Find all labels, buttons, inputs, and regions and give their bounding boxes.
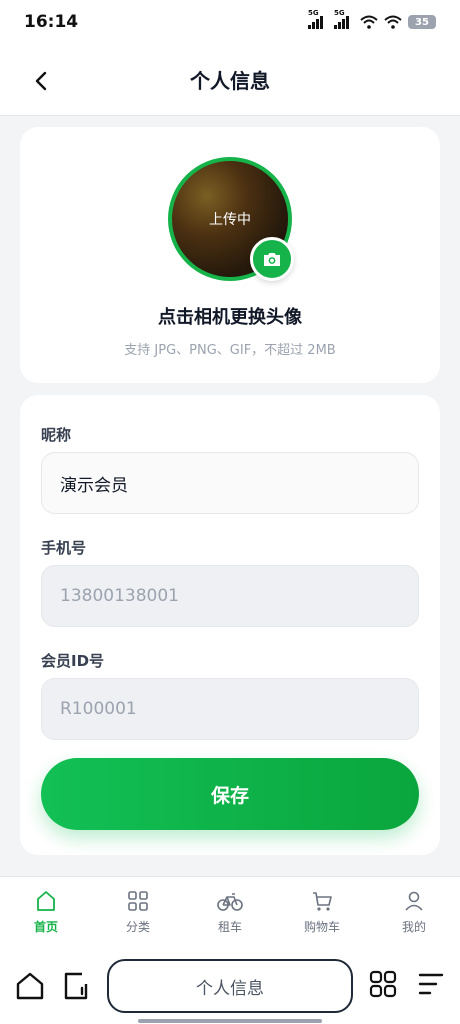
member-id-label: 会员ID号: [41, 652, 105, 670]
avatar-card: 上传中 点击相机更换头像 支持 JPG、PNG、GIF，不超过 2MB: [20, 127, 440, 383]
tab-label: 分类: [125, 920, 150, 934]
system-navigation-bar: 个人信息: [0, 948, 460, 1024]
cell-signal-icon: 5G: [308, 9, 328, 29]
phone-field: 13800138001: [41, 565, 419, 627]
avatar-format-hint: 支持 JPG、PNG、GIF，不超过 2MB: [124, 343, 336, 358]
camera-icon: [264, 253, 280, 266]
profile-form-card: 昵称 演示会员 手机号 13800138001 会员ID号 R100001 保存: [20, 395, 440, 855]
tab-category[interactable]: 分类: [92, 877, 184, 948]
status-bar: 16:14 5G 5G 35: [0, 0, 460, 44]
status-time: 16:14: [24, 12, 79, 32]
nickname-input[interactable]: 演示会员: [41, 452, 419, 514]
app-grid-icon[interactable]: [369, 970, 397, 998]
bicycle-icon: [217, 893, 243, 911]
wifi-icon: [360, 15, 378, 29]
cell-signal-icon: 5G: [334, 9, 354, 29]
cart-icon: [313, 892, 332, 911]
nickname-value: 演示会员: [60, 475, 128, 496]
tab-profile[interactable]: 我的: [368, 877, 460, 948]
uploading-text: 上传中: [209, 212, 251, 228]
tab-label: 首页: [33, 920, 58, 934]
tab-label: 购物车: [303, 920, 340, 934]
tab-rental[interactable]: 租车: [184, 877, 276, 948]
page-header: 个人信息: [0, 44, 460, 116]
back-button[interactable]: [26, 66, 56, 96]
phone-label: 手机号: [41, 539, 87, 557]
battery-indicator: 35: [408, 15, 436, 29]
save-button[interactable]: 保存: [41, 758, 419, 830]
member-id-field: R100001: [41, 678, 419, 740]
user-icon: [405, 891, 423, 911]
menu-icon[interactable]: [418, 972, 444, 996]
avatar-container: 上传中: [168, 157, 294, 281]
bottom-tab-bar: 首页 分类 租车 购物车 我的: [0, 876, 460, 948]
avatar-instruction: 点击相机更换头像: [158, 307, 302, 328]
system-back-icon[interactable]: [60, 970, 92, 1002]
chevron-left-icon: [35, 71, 47, 91]
home-icon: [37, 891, 55, 911]
wifi-icon: [384, 15, 402, 29]
change-avatar-button[interactable]: [250, 237, 294, 281]
home-indicator: [138, 1019, 322, 1023]
member-id-value: R100001: [60, 699, 137, 719]
system-home-icon[interactable]: [14, 970, 46, 1002]
status-icons: 5G 5G 35: [308, 9, 436, 29]
tab-home[interactable]: 首页: [0, 877, 92, 948]
grid-icon: [128, 891, 148, 911]
tab-label: 我的: [401, 920, 426, 934]
page-title: 个人信息: [190, 69, 270, 93]
tab-cart[interactable]: 购物车: [276, 877, 368, 948]
tab-label: 租车: [217, 920, 242, 934]
nickname-label: 昵称: [41, 426, 72, 444]
current-app-title[interactable]: 个人信息: [107, 959, 353, 1013]
phone-value: 13800138001: [60, 586, 179, 606]
